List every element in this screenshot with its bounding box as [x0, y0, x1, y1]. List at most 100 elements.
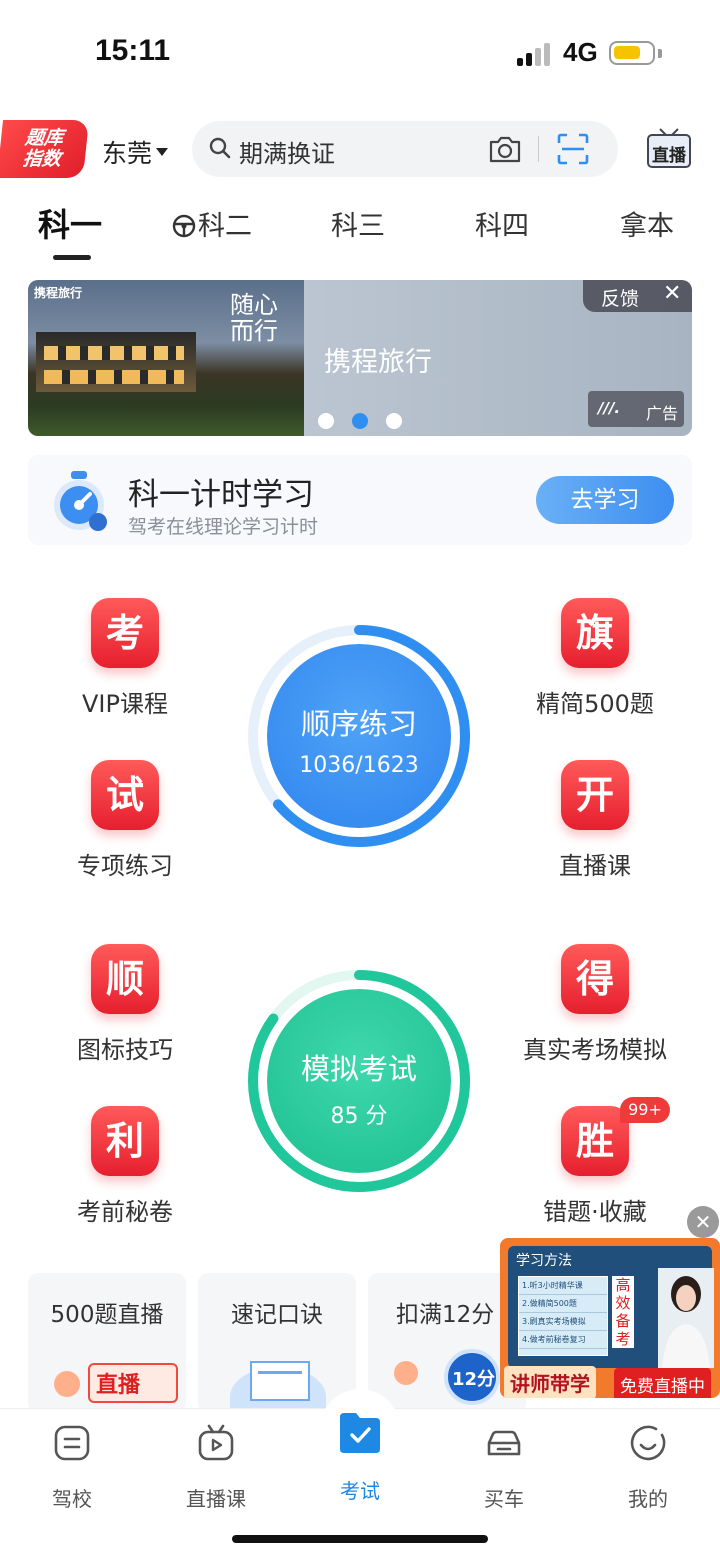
- scan-icon[interactable]: [556, 132, 590, 166]
- timed-study-subtitle: 驾考在线理论学习计时: [128, 516, 319, 538]
- instructor-avatar: [658, 1268, 714, 1368]
- banner-feedback-button[interactable]: 反馈 ✕: [583, 280, 692, 312]
- subject-tabs: 科一 科二 科三 科四 拿本: [0, 200, 720, 260]
- feature-zhuanxiang-label: 专项练习: [77, 852, 173, 880]
- close-icon[interactable]: ✕: [663, 281, 681, 306]
- feature-zhenshi-label: 真实考场模拟: [523, 1036, 667, 1064]
- promo-live-label: 免费直播中: [614, 1368, 711, 1398]
- banner-brand: 携程旅行: [34, 286, 83, 300]
- banner-title: 携程旅行: [324, 347, 432, 378]
- nav-label: 驾校: [52, 1487, 92, 1511]
- battery-tip: [658, 49, 662, 58]
- promo-list: 1.听3小时精华课 2.做精简500题 3.刷真实考场模拟 4.做考前秘卷复习: [518, 1276, 608, 1356]
- timed-study-card[interactable]: 科一计时学习 驾考在线理论学习计时 去学习: [28, 455, 692, 545]
- nav-profile[interactable]: 我的: [593, 1423, 703, 1512]
- mini-card-art-text: 12分: [452, 1369, 496, 1390]
- sequential-practice-button[interactable]: 顺序练习 1036/1623: [246, 623, 472, 849]
- feedback-label: 反馈: [601, 288, 640, 310]
- feature-jingjian-label: 精简500题: [536, 690, 654, 718]
- feature-kaoqian-label: 考前秘卷: [77, 1198, 173, 1226]
- city-label: 东莞: [102, 139, 153, 168]
- pagination-dot[interactable]: [386, 413, 402, 429]
- network-type: 4G: [563, 37, 598, 67]
- tab-ke1[interactable]: 科一: [38, 200, 102, 246]
- question-bank-badge[interactable]: 题库 指数: [0, 120, 90, 178]
- signal-icon: [517, 42, 553, 66]
- feature-special-practice[interactable]: 试 专项练习: [40, 760, 210, 881]
- driving-school-icon: [54, 1425, 90, 1461]
- feature-zhuanxiang-icon: 试: [91, 760, 159, 830]
- feature-zhenshi-icon: 得: [561, 944, 629, 1014]
- close-promo-icon[interactable]: ✕: [687, 1206, 719, 1238]
- feature-live-class[interactable]: 开 直播课: [510, 760, 680, 881]
- app-screen: 15:11 4G 题库 指数 东莞 期满换证 直播 科一 科二 科三 科四 拿本…: [0, 0, 720, 1561]
- pagination-dot[interactable]: [318, 413, 334, 429]
- nav-buy-car[interactable]: 买车: [449, 1423, 559, 1512]
- promo-screen: 学习方法 1.听3小时精华课 2.做精简500题 3.刷真实考场模拟 4.做考前…: [508, 1246, 714, 1368]
- badge-line1: 题库: [23, 127, 65, 149]
- promo-side-text: 高效备考: [612, 1276, 634, 1348]
- search-bar[interactable]: 期满换证: [192, 121, 618, 177]
- tab-ke2-label: 科二: [198, 211, 252, 242]
- ad-banner[interactable]: 携程旅行 随心而行 携程旅行 反馈 ✕ ///. 广告: [28, 280, 692, 436]
- city-selector[interactable]: 东莞: [102, 134, 169, 170]
- feature-simplified-500[interactable]: 旗 精简500题: [510, 598, 680, 719]
- count-badge: 99+: [620, 1097, 670, 1123]
- camera-icon[interactable]: [488, 134, 522, 164]
- home-indicator: [232, 1535, 488, 1543]
- promo-list-item: 1.听3小时精华课: [519, 1277, 607, 1295]
- feature-kaoqian-icon: 利: [91, 1106, 159, 1176]
- banner-pagination: [318, 413, 408, 429]
- banner-slogan: 随心而行: [230, 291, 278, 345]
- feature-wrong-favorites[interactable]: 胜 错题·收藏: [510, 1106, 680, 1227]
- mini-card-500-live[interactable]: 500题直播 直播: [28, 1273, 186, 1413]
- smile-icon: [630, 1425, 666, 1461]
- sequential-progress: 1036/1623: [299, 753, 419, 778]
- feature-tubiao-icon: 顺: [91, 944, 159, 1014]
- timed-study-title: 科一计时学习: [128, 477, 314, 513]
- bottom-nav: 驾校 直播课 考试 买车 我的: [0, 1389, 720, 1561]
- mini-card-title: 500题直播: [50, 1302, 164, 1328]
- caret-down-icon: [156, 148, 169, 156]
- tab-ke3[interactable]: 科三: [331, 204, 385, 243]
- live-tv-icon: [198, 1424, 234, 1461]
- feature-zhibo-icon: 开: [561, 760, 629, 830]
- feature-zhibo-label: 直播课: [559, 852, 631, 880]
- sequential-core: 顺序练习 1036/1623: [267, 644, 451, 828]
- feature-real-exam-sim[interactable]: 得 真实考场模拟: [510, 944, 680, 1065]
- tab-underline: [53, 255, 91, 260]
- nav-exam[interactable]: 考试: [305, 1413, 415, 1504]
- nav-driving-school[interactable]: 驾校: [17, 1423, 127, 1512]
- battery-icon: [609, 41, 655, 65]
- promo-list-item: 3.刷真实考场模拟: [519, 1313, 607, 1331]
- feature-vip-label: VIP课程: [82, 690, 168, 718]
- floating-promo[interactable]: 学习方法 1.听3小时精华课 2.做精简500题 3.刷真实考场模拟 4.做考前…: [500, 1238, 720, 1398]
- feature-vip-course[interactable]: 考 VIP课程: [40, 598, 210, 719]
- promo-teacher-label: 讲师带学: [504, 1366, 596, 1398]
- stopwatch-icon: [54, 471, 107, 531]
- mini-card-title: 速记口诀: [231, 1302, 323, 1328]
- go-study-button[interactable]: 去学习: [536, 476, 674, 524]
- tab-ke2[interactable]: 科二: [172, 204, 252, 243]
- live-label: 直播: [652, 146, 686, 166]
- ad-logo-icon: ///.: [598, 399, 621, 417]
- mini-card-art-text: 直播: [96, 1373, 141, 1398]
- promo-list-item: 2.做精简500题: [519, 1295, 607, 1313]
- pagination-dot-active[interactable]: [352, 413, 368, 429]
- feature-icon-tips[interactable]: 顺 图标技巧: [40, 944, 210, 1065]
- tab-ke4[interactable]: 科四: [475, 204, 529, 243]
- tab-naben[interactable]: 拿本: [620, 204, 674, 243]
- feature-pre-exam-paper[interactable]: 利 考前秘卷: [40, 1106, 210, 1227]
- feature-tubiao-label: 图标技巧: [77, 1036, 173, 1064]
- points-art-icon: 12分: [394, 1349, 504, 1413]
- feature-cuoti-label: 错题·收藏: [543, 1198, 647, 1226]
- mini-card-mnemonics[interactable]: 速记口诀: [198, 1273, 356, 1413]
- nav-label: 买车: [484, 1487, 524, 1511]
- nav-live-class[interactable]: 直播课: [161, 1423, 271, 1512]
- search-divider: [538, 136, 539, 162]
- mock-exam-score: 85 分: [330, 1104, 388, 1129]
- search-input[interactable]: 期满换证: [239, 134, 335, 169]
- live-icon[interactable]: 直播: [644, 127, 694, 171]
- promo-header: 学习方法: [516, 1253, 572, 1269]
- mock-exam-button[interactable]: 模拟考试 85 分: [246, 968, 472, 1194]
